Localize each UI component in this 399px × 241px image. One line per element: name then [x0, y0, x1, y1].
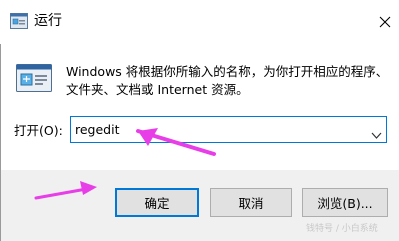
open-input[interactable]: [75, 119, 365, 140]
open-combobox[interactable]: [70, 116, 387, 143]
window-title: 运行: [34, 13, 62, 29]
description-text: Windows 将根据你所输入的名称，为你打开相应的程序、文件夹、文档或 Int…: [66, 64, 389, 97]
cancel-button[interactable]: 取消: [210, 188, 292, 217]
ok-button[interactable]: 确定: [115, 188, 199, 217]
close-icon: [379, 16, 391, 28]
browse-button[interactable]: 浏览(B)...: [302, 188, 388, 217]
run-dialog: 运行 Windows 将根据你所输入的名称，为你打开相应的程序、文件夹、文档或 …: [0, 0, 399, 241]
open-label: 打开(O):: [14, 123, 63, 138]
close-button[interactable]: [370, 8, 399, 36]
run-icon: [10, 13, 28, 29]
title-bar[interactable]: 运行: [0, 0, 399, 44]
chevron-down-icon[interactable]: [371, 125, 382, 139]
watermark-text: 钱特号 / 小白系统: [306, 224, 378, 234]
run-window-icon: [16, 64, 52, 92]
